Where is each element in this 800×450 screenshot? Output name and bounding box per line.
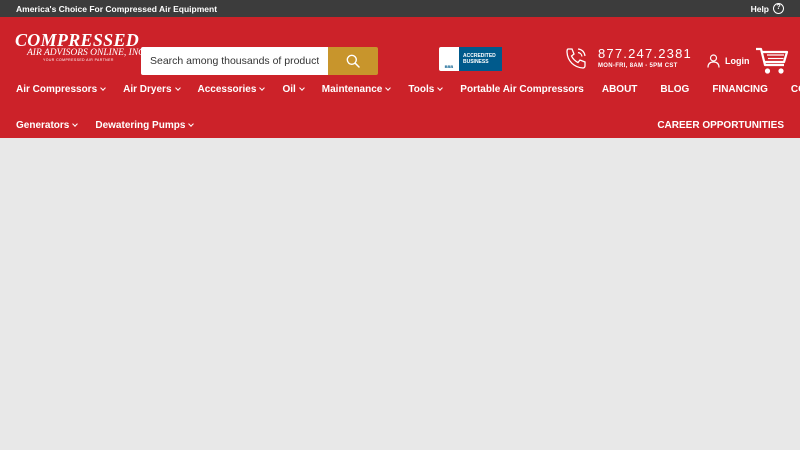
logo-line-2: AIR ADVISORS ONLINE, INC. (27, 48, 147, 58)
login-link[interactable]: Login (707, 54, 750, 68)
site-header: COMPRESSED AIR ADVISORS ONLINE, INC. YOU… (0, 17, 800, 138)
user-icon (707, 54, 720, 68)
bbb-line-2: BUSINESS (463, 59, 489, 65)
search-button[interactable] (328, 47, 378, 75)
nav-item-generators[interactable]: Generators (16, 119, 79, 131)
nav-item-label: FINANCING (712, 83, 768, 95)
nav-item-label: BLOG (660, 83, 690, 95)
nav-item-label: Air Dryers (123, 83, 172, 95)
chevron-down-icon (259, 85, 266, 91)
primary-nav: Air Compressors Air Dryers Accessories Oil M… (0, 77, 800, 101)
bbb-seal-text: BBB (444, 64, 454, 69)
phone-hours: MON-FRI, 8AM - 5PM CST (598, 63, 678, 69)
nav-item-label: Tools (408, 83, 435, 95)
nav-item-label: Accessories (197, 83, 257, 95)
help-icon: ? (773, 3, 784, 14)
nav-item-air-compressors[interactable]: Air Compressors (16, 83, 106, 95)
nav-item-contact[interactable]: CONTACT (791, 84, 800, 95)
primary-nav-right: ABOUT BLOG FINANCING CONTACT (602, 84, 800, 95)
bbb-text: ACCREDITED BUSINESS (459, 47, 502, 71)
logo-line-1: COMPRESSED (15, 30, 140, 50)
chevron-down-icon (437, 85, 444, 91)
nav-item-career-opportunities[interactable]: CAREER OPPORTUNITIES (657, 120, 784, 131)
primary-nav-left: Air Compressors Air Dryers Accessories Oil M… (16, 84, 602, 95)
search-bar (141, 47, 378, 75)
site-logo[interactable]: COMPRESSED AIR ADVISORS ONLINE, INC. YOU… (15, 30, 147, 62)
nav-item-label: CAREER OPPORTUNITIES (657, 119, 784, 131)
nav-item-oil[interactable]: Oil (282, 83, 305, 95)
cart-button[interactable] (755, 46, 789, 81)
phone-contact[interactable]: 877.247.2381 MON-FRI, 8AM - 5PM CST (563, 46, 692, 70)
secondary-nav: Generators Dewatering Pumps CAREER OPPORT… (0, 113, 800, 137)
secondary-nav-right: CAREER OPPORTUNITIES (657, 120, 784, 131)
logo-line-3: YOUR COMPRESSED AIR PARTNER (43, 58, 114, 62)
login-label: Login (725, 56, 750, 66)
nav-item-about[interactable]: ABOUT (602, 84, 638, 95)
top-utility-bar: America's Choice For Compressed Air Equi… (0, 0, 800, 17)
nav-item-blog[interactable]: BLOG (660, 84, 689, 95)
nav-item-label: Dewatering Pumps (95, 119, 186, 131)
help-link[interactable]: Help ? (751, 3, 784, 14)
chevron-down-icon (298, 85, 305, 91)
chevron-down-icon (174, 85, 181, 91)
chevron-down-icon (188, 121, 195, 127)
nav-item-accessories[interactable]: Accessories (197, 83, 266, 95)
chevron-down-icon (385, 85, 392, 91)
phone-text: 877.247.2381 MON-FRI, 8AM - 5PM CST (598, 46, 692, 70)
phone-number: 877.247.2381 (598, 46, 692, 61)
bbb-seal-icon: BBB (439, 47, 459, 71)
nav-item-label: ABOUT (601, 83, 638, 95)
chevron-down-icon (72, 121, 79, 127)
nav-item-label: Portable Air Compressors (460, 83, 584, 95)
tagline: America's Choice For Compressed Air Equi… (16, 3, 218, 14)
nav-item-label: Generators (16, 119, 70, 131)
bbb-accredited-badge[interactable]: BBB ACCREDITED BUSINESS (439, 47, 502, 75)
nav-item-portable-air-compressors[interactable]: Portable Air Compressors (460, 84, 584, 95)
cart-icon (756, 47, 789, 74)
nav-item-tools[interactable]: Tools (408, 83, 444, 95)
nav-item-label: CONTACT (790, 83, 800, 95)
chevron-down-icon (100, 85, 106, 91)
phone-icon (566, 48, 586, 69)
nav-item-financing[interactable]: FINANCING (712, 84, 768, 95)
nav-item-label: Air Compressors (16, 83, 98, 95)
nav-item-label: Maintenance (321, 83, 383, 95)
nav-item-air-dryers[interactable]: Air Dryers (123, 83, 181, 95)
secondary-nav-left: Generators Dewatering Pumps (16, 120, 211, 131)
nav-item-maintenance[interactable]: Maintenance (321, 83, 392, 95)
nav-item-dewatering-pumps[interactable]: Dewatering Pumps (95, 119, 195, 131)
search-input[interactable] (141, 47, 328, 75)
help-label: Help (750, 3, 769, 14)
nav-item-label: Oil (282, 83, 296, 95)
main-content-area (0, 138, 800, 450)
search-icon (346, 54, 360, 68)
